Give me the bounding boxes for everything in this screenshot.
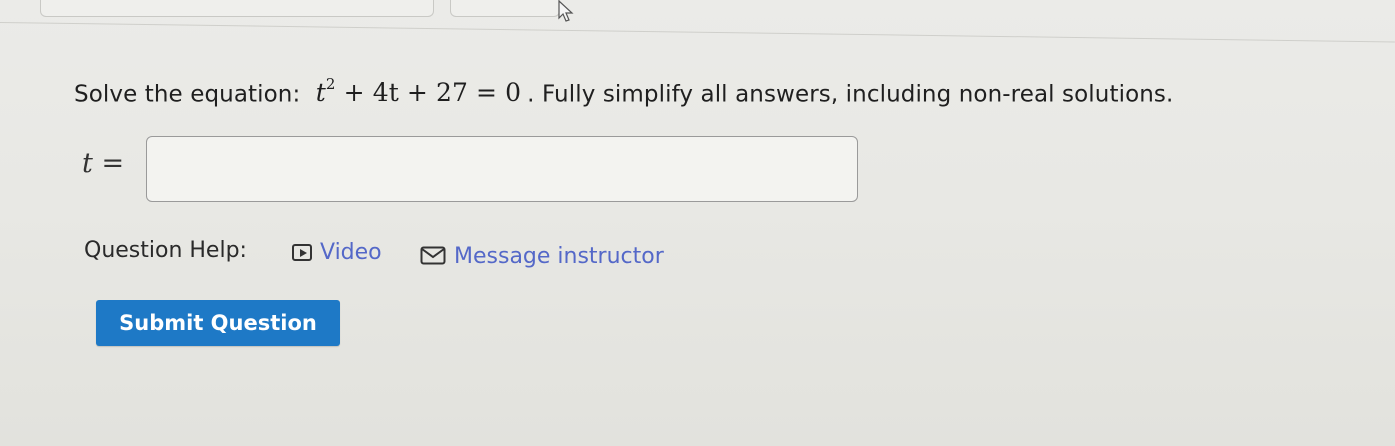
mouse-pointer-icon xyxy=(558,0,574,22)
question-help: Question Help: Video Message instructor xyxy=(84,238,664,274)
equation-rest: + 4t + 27 = 0 xyxy=(343,78,522,108)
top-strip xyxy=(0,0,1395,40)
question-help-label: Question Help: xyxy=(84,238,247,263)
answer-input[interactable] xyxy=(146,136,858,202)
video-link[interactable]: Video xyxy=(292,240,382,265)
equation: t2 + 4t + 27 = 0 xyxy=(315,75,522,108)
equation-exponent: 2 xyxy=(325,75,336,93)
top-tab-left xyxy=(40,0,434,17)
message-instructor-label: Message instructor xyxy=(454,244,664,269)
equation-variable: t xyxy=(315,78,326,108)
top-tab-right xyxy=(450,0,560,17)
answer-row: t = xyxy=(82,136,882,216)
video-play-icon xyxy=(292,244,312,261)
answer-label: t = xyxy=(82,148,124,179)
question-prefix: Solve the equation: xyxy=(74,81,301,108)
video-link-label: Video xyxy=(320,240,382,265)
message-instructor-link[interactable]: Message instructor xyxy=(420,244,664,269)
mail-envelope-icon xyxy=(420,246,446,265)
submit-question-button[interactable]: Submit Question xyxy=(96,300,340,346)
answer-label-variable: t xyxy=(82,148,93,179)
answer-label-equals: = xyxy=(101,148,125,179)
question-suffix: . Fully simplify all answers, including … xyxy=(527,81,1174,108)
question-text: Solve the equation: t2 + 4t + 27 = 0. Fu… xyxy=(74,75,1174,108)
